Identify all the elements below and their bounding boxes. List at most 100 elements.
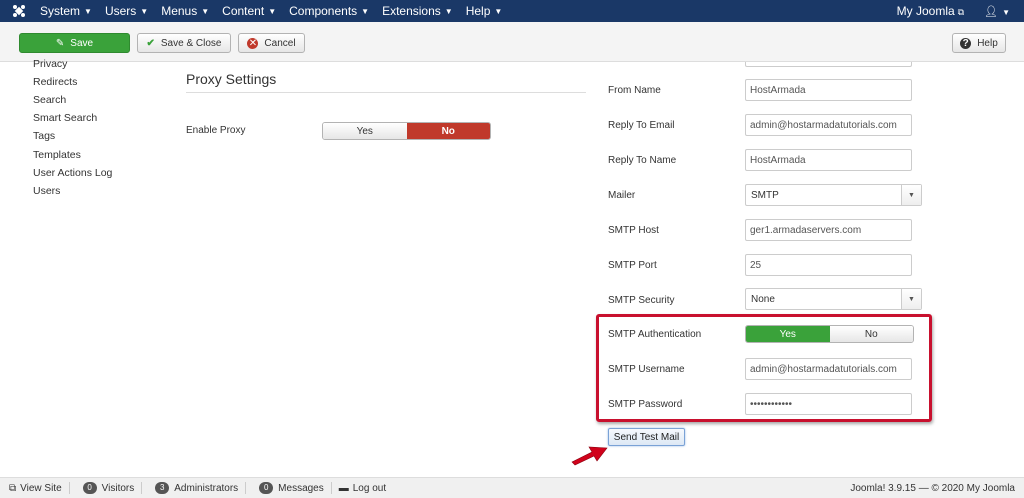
cancel-label: Cancel xyxy=(264,37,296,49)
caret-down-icon: ▼ xyxy=(361,7,370,17)
smtp-host-input[interactable]: ger1.armadaservers.com xyxy=(745,219,912,241)
administrators-link[interactable]: 3 Administrators xyxy=(142,482,247,494)
menu-users[interactable]: Users ▼ xyxy=(105,4,148,18)
save-close-label: Save & Close xyxy=(160,37,222,49)
menu-label: System xyxy=(40,4,81,18)
smtp-port-label: SMTP Port xyxy=(608,260,657,271)
minus-icon: ▬ xyxy=(338,482,349,494)
menu-label: Components xyxy=(289,4,358,18)
menu-extensions[interactable]: Extensions ▼ xyxy=(382,4,453,18)
help-label: Help xyxy=(977,37,998,49)
smtp-password-label: SMTP Password xyxy=(608,399,683,410)
proxy-settings-heading: Proxy Settings xyxy=(186,71,277,87)
my-joomla-link[interactable]: My Joomla ⧉ xyxy=(897,4,964,18)
caret-down-icon: ▼ xyxy=(494,7,503,17)
proxy-no-option[interactable]: No xyxy=(406,123,490,139)
smtp-authentication-label: SMTP Authentication xyxy=(608,329,702,340)
edit-icon: ✎ xyxy=(55,37,65,49)
logout-link[interactable]: ▬ Log out xyxy=(332,482,393,494)
from-name-input[interactable]: HostArmada xyxy=(745,79,912,101)
user-menu[interactable]: 👤︎ ▼ xyxy=(984,5,1010,18)
mailer-value: SMTP xyxy=(751,189,779,201)
menu-content[interactable]: Content ▼ xyxy=(222,4,276,18)
caret-down-icon: ▼ xyxy=(901,289,921,309)
menu-label: Content xyxy=(222,4,265,18)
menu-label: Users xyxy=(104,4,137,18)
menu-label: Help xyxy=(465,4,491,18)
help-button[interactable]: ? Help xyxy=(952,33,1006,53)
menu-components[interactable]: Components ▼ xyxy=(289,4,369,18)
smtp-host-label: SMTP Host xyxy=(608,225,659,236)
messages-count-badge: 0 xyxy=(259,482,274,494)
save-label: Save xyxy=(70,37,94,49)
smtp-auth-no-option[interactable]: No xyxy=(829,326,913,342)
visitors-count-badge: 0 xyxy=(82,482,97,494)
sidebar-item-search[interactable]: Search xyxy=(33,94,66,106)
status-bar: ⧉ View Site 0 Visitors 3 Administrators 0 Me… xyxy=(0,477,1024,498)
red-arrow-annotation-icon xyxy=(571,446,608,466)
cancel-button[interactable]: ✕ Cancel xyxy=(238,33,305,53)
menu-label: Extensions xyxy=(382,4,441,18)
sidebar-item-smart-search[interactable]: Smart Search xyxy=(33,112,97,124)
smtp-username-label: SMTP Username xyxy=(608,364,685,375)
caret-down-icon: ▼ xyxy=(444,7,453,17)
smtp-security-label: SMTP Security xyxy=(608,295,675,306)
smtp-security-value: None xyxy=(751,293,775,305)
send-test-mail-button[interactable]: Send Test Mail xyxy=(608,428,685,446)
sidebar-item-templates[interactable]: Templates xyxy=(33,149,81,161)
save-button[interactable]: ✎ Save xyxy=(19,33,130,53)
messages-label: Messages xyxy=(278,482,324,494)
reply-to-email-label: Reply To Email xyxy=(608,120,675,131)
logout-label: Log out xyxy=(352,482,387,494)
save-close-button[interactable]: ✔ Save & Close xyxy=(137,33,231,53)
joomla-logo-icon[interactable] xyxy=(8,0,30,22)
cancel-icon: ✕ xyxy=(247,37,259,49)
messages-link[interactable]: 0 Messages xyxy=(246,482,332,494)
topnav-right: My Joomla ⧉ 👤︎ ▼ xyxy=(897,0,1024,22)
view-site-link[interactable]: ⧉ View Site xyxy=(0,482,70,494)
mailer-label: Mailer xyxy=(608,190,636,201)
smtp-username-input[interactable]: admin@hostarmadatutorials.com xyxy=(745,358,912,380)
reply-to-name-input[interactable]: HostArmada xyxy=(745,149,912,171)
version-text: Joomla! 3.9.15 — © 2020 My Joomla xyxy=(850,482,1015,494)
admins-count-badge: 3 xyxy=(155,482,170,494)
divider xyxy=(186,92,586,93)
from-email-input-clipped[interactable] xyxy=(745,62,912,67)
question-icon: ? xyxy=(960,37,972,49)
sidebar-item-tags[interactable]: Tags xyxy=(33,130,55,142)
smtp-password-input[interactable]: •••••••••••• xyxy=(745,393,912,415)
check-icon: ✔ xyxy=(146,37,155,49)
smtp-authentication-toggle: Yes No xyxy=(745,325,914,343)
sidebar-item-redirects[interactable]: Redirects xyxy=(33,76,77,88)
sidebar-item-users[interactable]: Users xyxy=(33,185,60,197)
caret-down-icon: ▼ xyxy=(268,7,277,17)
smtp-security-select[interactable]: None ▼ xyxy=(745,288,922,310)
visitors-link[interactable]: 0 Visitors xyxy=(70,482,143,494)
view-site-label: View Site xyxy=(20,482,62,494)
menu-system[interactable]: System ▼ xyxy=(40,4,92,18)
main-menu: System ▼ Users ▼ Menus ▼ Content ▼ Component… xyxy=(40,0,515,22)
user-icon: 👤︎ xyxy=(984,5,999,18)
sidebar-item-user-actions-log[interactable]: User Actions Log xyxy=(33,167,112,179)
toolbar: ✎ Save ✔ Save & Close ✕ Cancel ? Help xyxy=(0,22,1024,62)
enable-proxy-label: Enable Proxy xyxy=(186,125,246,136)
enable-proxy-toggle: Yes No xyxy=(322,122,491,140)
smtp-port-input[interactable]: 25 xyxy=(745,254,912,276)
caret-down-icon: ▼ xyxy=(140,7,149,17)
caret-down-icon: ▼ xyxy=(201,7,210,17)
proxy-yes-option[interactable]: Yes xyxy=(323,123,407,139)
top-navbar: System ▼ Users ▼ Menus ▼ Content ▼ Component… xyxy=(0,0,1024,22)
sidebar-item-privacy[interactable]: Privacy xyxy=(33,58,67,70)
menu-menus[interactable]: Menus ▼ xyxy=(161,4,209,18)
visitors-label: Visitors xyxy=(101,482,135,494)
menu-label: Menus xyxy=(161,4,198,18)
site-link-label: My Joomla xyxy=(896,4,955,18)
caret-down-icon: ▼ xyxy=(1002,7,1010,17)
mailer-select[interactable]: SMTP ▼ xyxy=(745,184,922,206)
smtp-auth-yes-option[interactable]: Yes xyxy=(746,326,830,342)
reply-to-name-label: Reply To Name xyxy=(608,155,677,166)
from-name-label: From Name xyxy=(608,85,661,96)
reply-to-email-input[interactable]: admin@hostarmadatutorials.com xyxy=(745,114,912,136)
menu-help[interactable]: Help ▼ xyxy=(466,4,503,18)
caret-down-icon: ▼ xyxy=(84,7,92,17)
